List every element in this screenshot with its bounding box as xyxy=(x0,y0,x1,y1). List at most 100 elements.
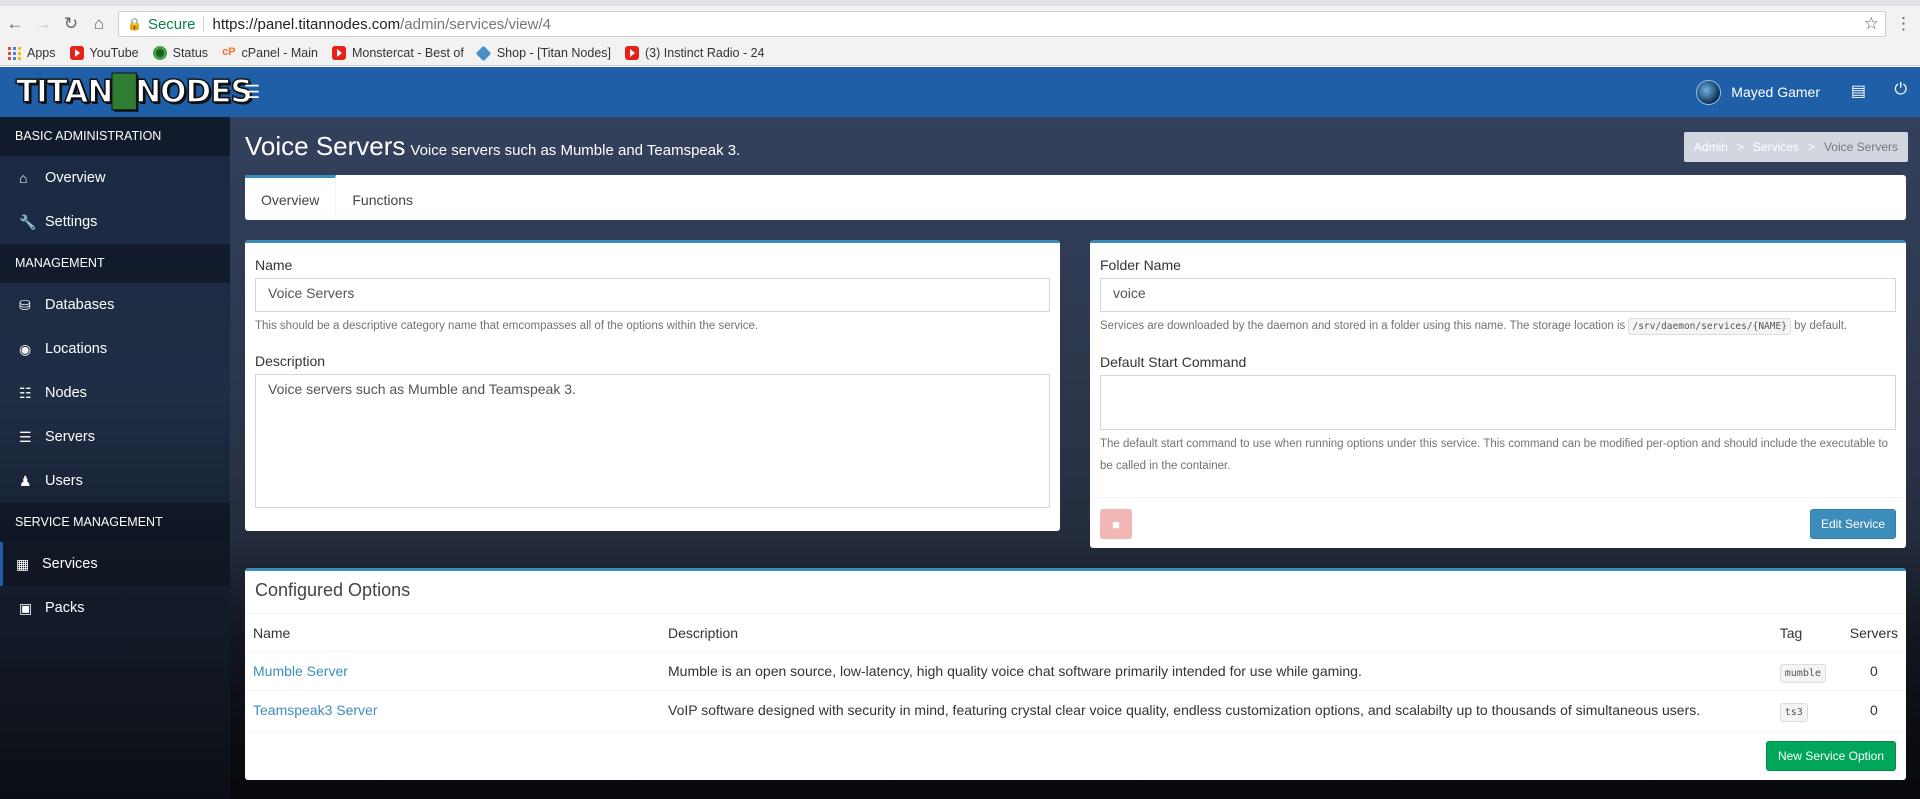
forward-icon[interactable]: → xyxy=(30,11,56,37)
page-title: Voice Servers xyxy=(245,131,406,161)
logo[interactable]: TITAN█NODES xyxy=(0,67,253,117)
start-command-help: The default start command to use when ru… xyxy=(1100,438,1889,472)
breadcrumb-services[interactable]: Services xyxy=(1753,140,1799,154)
option-name-cell: Mumble Server xyxy=(245,651,660,691)
option-link[interactable]: Mumble Server xyxy=(253,663,348,679)
start-command-textarea[interactable] xyxy=(1100,375,1896,430)
address-row: ← → ↻ ⌂ 🔒 Secure https://panel.titannode… xyxy=(0,10,1920,38)
breadcrumb: Admin > Services > Voice Servers xyxy=(1683,132,1908,162)
sidebar-item-label: Nodes xyxy=(45,385,87,401)
name-label: Name xyxy=(255,257,293,273)
logo-left: TITAN xyxy=(15,73,114,111)
option-tag-cell: mumble xyxy=(1771,651,1842,691)
folder-name-field[interactable]: voice xyxy=(1100,278,1896,312)
box-footer-divider xyxy=(1090,497,1906,498)
column-description: Description xyxy=(660,613,1772,652)
box-footer-divider xyxy=(245,732,1906,733)
start-command-label: Default Start Command xyxy=(1100,354,1247,370)
option-name-cell: Teamspeak3 Server xyxy=(245,690,660,730)
edit-service-button[interactable]: Edit Service xyxy=(1810,509,1896,539)
cpanel-icon: cP xyxy=(222,46,236,58)
sidebar-item-settings[interactable]: 🔧 Settings xyxy=(0,200,230,244)
service-config-box: Folder Name voice Services are downloade… xyxy=(1090,240,1906,548)
breadcrumb-separator: > xyxy=(1736,140,1744,154)
name-help: This should be a descriptive category na… xyxy=(255,320,759,332)
bookmark-label: Monstercat - Best of xyxy=(351,46,464,60)
tab-overview[interactable]: Overview xyxy=(245,175,337,220)
sidebar-section-management: MANAGEMENT xyxy=(0,244,230,283)
bookmark-cpanel[interactable]: cP cPanel - Main xyxy=(222,46,318,60)
users-icon: ♟ xyxy=(19,472,32,489)
address-bar[interactable]: 🔒 Secure https://panel.titannodes.com/ad… xyxy=(118,11,1886,37)
option-description: Mumble is an open source, low-latency, h… xyxy=(660,651,1772,691)
shop-cube-icon xyxy=(475,45,492,61)
name-field[interactable]: Voice Servers xyxy=(255,278,1050,312)
configured-options-box: Configured Options Name Description Tag … xyxy=(245,568,1906,780)
server-icon: ☰ xyxy=(19,428,32,445)
column-servers: Servers xyxy=(1841,613,1906,652)
sidebar-item-servers[interactable]: ☰ Servers xyxy=(0,415,230,459)
column-name: Name xyxy=(245,613,660,652)
top-navbar: TITAN█NODES ☰ Mayed Gamer ▤ ⏻ xyxy=(0,67,1920,117)
logo-text: TITAN█NODES xyxy=(15,73,253,111)
archive-icon: ▣ xyxy=(19,599,33,616)
sidebar-item-packs[interactable]: ▣ Packs xyxy=(0,586,230,630)
trash-icon: ■ xyxy=(1112,516,1120,532)
bookmark-monstercat[interactable]: Monstercat - Best of xyxy=(331,46,464,60)
power-icon[interactable]: ⏻ xyxy=(1894,81,1907,99)
back-icon[interactable]: ← xyxy=(2,11,28,37)
tab-strip xyxy=(0,0,1920,6)
sidebar-item-locations[interactable]: ◉ Locations xyxy=(0,327,230,371)
breadcrumb-admin[interactable]: Admin xyxy=(1694,140,1728,154)
wrench-icon: 🔧 xyxy=(19,213,37,230)
server-list-icon[interactable]: ▤ xyxy=(1851,81,1866,101)
sidebar-item-databases[interactable]: ⛁ Databases xyxy=(0,283,230,327)
new-service-option-button[interactable]: New Service Option xyxy=(1766,741,1896,771)
status-icon xyxy=(152,46,167,60)
bookmark-label: Status xyxy=(172,46,209,60)
sidebar-section-service-management: SERVICE MANAGEMENT xyxy=(0,503,230,542)
option-server-count: 0 xyxy=(1841,651,1906,691)
reload-icon[interactable]: ↻ xyxy=(58,11,84,37)
delete-button[interactable]: ■ xyxy=(1100,509,1132,539)
sidebar-item-overview[interactable]: ⌂ Overview xyxy=(0,156,230,200)
sidebar-item-users[interactable]: ♟ Users xyxy=(0,459,230,503)
option-tag-cell: ts3 xyxy=(1771,690,1842,730)
folder-name-label: Folder Name xyxy=(1100,257,1181,273)
admin-app: TITAN█NODES ☰ Mayed Gamer ▤ ⏻ BASIC ADMI… xyxy=(0,67,1920,799)
tab-functions[interactable]: Functions xyxy=(336,175,429,220)
bookmark-apps[interactable]: Apps xyxy=(8,46,56,60)
sidebar-item-nodes[interactable]: ☷ Nodes xyxy=(0,371,230,415)
bookmark-label: (3) Instinct Radio - 24 xyxy=(645,46,765,60)
home-icon: ⌂ xyxy=(19,170,28,186)
page-subtitle: Voice servers such as Mumble and Teamspe… xyxy=(410,142,741,159)
bookmark-label: cPanel - Main xyxy=(241,46,318,60)
sidebar-item-label: Users xyxy=(45,473,83,489)
url-host: https://panel.titannodes.com xyxy=(212,15,401,33)
database-icon: ⛁ xyxy=(19,296,31,313)
sidebar-item-services[interactable]: ▦ Services xyxy=(0,542,230,586)
description-textarea[interactable]: Voice servers such as Mumble and Teamspe… xyxy=(255,374,1050,508)
url-path: /admin/services/view/4 xyxy=(400,15,551,33)
sidebar-toggle-icon[interactable]: ☰ xyxy=(244,82,260,103)
bookmark-shop[interactable]: Shop - [Titan Nodes] xyxy=(475,45,611,61)
bookmark-instinct-radio[interactable]: (3) Instinct Radio - 24 xyxy=(625,46,765,60)
bookmarks-bar: Apps YouTube Status cP cPanel - Main Mon… xyxy=(8,44,1920,62)
home-button-icon[interactable]: ⌂ xyxy=(86,11,112,37)
browser-menu-icon[interactable]: ⋮ xyxy=(1895,14,1912,34)
sitemap-icon: ☷ xyxy=(19,384,32,401)
youtube-icon xyxy=(69,46,84,60)
description-label: Description xyxy=(255,353,326,369)
table-row: Teamspeak3 Server VoIP software designed… xyxy=(245,690,1906,730)
option-tag: ts3 xyxy=(1779,703,1808,723)
option-tag: mumble xyxy=(1779,664,1826,683)
logo-creeper-icon: █ xyxy=(112,74,137,111)
user-menu[interactable]: Mayed Gamer xyxy=(1696,67,1820,117)
option-link[interactable]: Teamspeak3 Server xyxy=(253,702,378,718)
folder-help-suffix: by default. xyxy=(1794,320,1848,332)
bookmark-star-icon[interactable]: ☆ xyxy=(1864,14,1879,34)
username: Mayed Gamer xyxy=(1731,84,1820,100)
bookmark-status[interactable]: Status xyxy=(152,46,209,60)
breadcrumb-separator: > xyxy=(1807,140,1815,154)
bookmark-youtube[interactable]: YouTube xyxy=(69,46,139,60)
